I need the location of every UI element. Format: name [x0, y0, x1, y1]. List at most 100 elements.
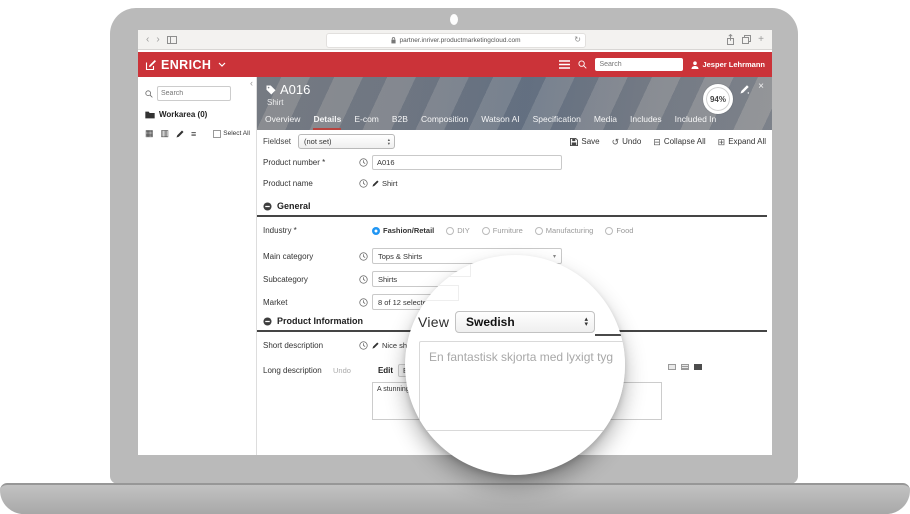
- browser-sidebar-icon[interactable]: [167, 36, 177, 44]
- field-label: Market: [263, 298, 359, 307]
- language-value: Swedish: [466, 315, 515, 329]
- collapse-all-button[interactable]: ⊟ Collapse All: [653, 137, 705, 146]
- tab-ecom[interactable]: E-com: [354, 114, 379, 130]
- radio-icon: [372, 227, 380, 235]
- collapse-section-icon: [263, 317, 272, 326]
- history-icon[interactable]: [359, 275, 372, 284]
- radio-furniture[interactable]: Furniture: [482, 226, 523, 235]
- entity-tabs: Overview Details E-com B2B Composition W…: [265, 114, 716, 130]
- tab-includes[interactable]: Includes: [630, 114, 662, 130]
- undo-button[interactable]: ↺ Undo: [612, 137, 642, 146]
- folder-icon: [145, 111, 155, 119]
- editor-mode-icon[interactable]: [681, 364, 689, 370]
- app-header: ENRICH Jesper Lehrmann: [138, 52, 772, 77]
- tab-included-in[interactable]: Included In: [675, 114, 717, 130]
- enrich-logo[interactable]: ENRICH: [145, 58, 226, 72]
- reload-icon[interactable]: ↻: [574, 35, 581, 44]
- brand-name: ENRICH: [161, 58, 211, 72]
- new-tab-icon[interactable]: +: [758, 35, 764, 45]
- product-name-row: Product name Shirt: [263, 179, 766, 188]
- tag-icon: [266, 85, 276, 95]
- field-label: Main category: [263, 252, 359, 261]
- user-menu[interactable]: Jesper Lehrmann: [691, 60, 765, 69]
- language-select[interactable]: Swedish ▴▾: [455, 311, 595, 333]
- history-icon[interactable]: [359, 298, 372, 307]
- banner-close-icon[interactable]: ×: [758, 81, 764, 92]
- list-view-icon[interactable]: ≡: [191, 129, 196, 139]
- tab-composition[interactable]: Composition: [421, 114, 468, 130]
- lock-icon: [391, 37, 396, 44]
- browser-forward-button[interactable]: ›: [156, 35, 159, 45]
- magnified-fragment: [405, 259, 471, 277]
- radio-icon: [446, 227, 454, 235]
- pencil-icon: [372, 342, 379, 349]
- radio-icon: [482, 227, 490, 235]
- tab-media[interactable]: Media: [594, 114, 617, 130]
- field-label: Long description: [263, 366, 325, 375]
- field-label: Product name: [263, 179, 359, 188]
- radio-manufacturing[interactable]: Manufacturing: [535, 226, 594, 235]
- product-number-row: Product number *: [263, 155, 766, 170]
- short-description-value[interactable]: Nice sh: [372, 341, 407, 350]
- radio-fashion-retail[interactable]: Fashion/Retail: [372, 226, 434, 235]
- section-general[interactable]: General: [257, 201, 767, 217]
- radio-icon: [535, 227, 543, 235]
- user-icon: [691, 61, 699, 69]
- tab-overview[interactable]: Overview: [265, 114, 300, 130]
- long-description-undo-link[interactable]: Undo: [333, 366, 351, 375]
- share-icon[interactable]: [726, 34, 735, 45]
- radio-diy[interactable]: DIY: [446, 226, 470, 235]
- url-text: partner.inriver.productmarketingcloud.co…: [399, 37, 520, 44]
- browser-toolbar: ‹ › partner.inriver.productmarketingclou…: [138, 30, 772, 50]
- fieldset-label: Fieldset: [263, 137, 291, 146]
- checkbox-icon: [213, 130, 221, 138]
- magnifier-circle: View Swedish ▴▾ En fantastisk skjorta me…: [405, 255, 625, 475]
- sidebar-collapse-icon[interactable]: ‹: [250, 78, 253, 88]
- pencil-square-icon: [145, 59, 157, 71]
- long-description-edit-tab[interactable]: Edit: [378, 366, 393, 375]
- save-button[interactable]: Save: [570, 137, 599, 146]
- sidebar-item-workarea[interactable]: Workarea (0): [145, 110, 250, 119]
- history-icon[interactable]: [359, 252, 372, 261]
- menu-icon[interactable]: [559, 60, 570, 69]
- tab-watson-ai[interactable]: Watson AI: [481, 114, 519, 130]
- history-icon[interactable]: [359, 341, 372, 350]
- radio-food[interactable]: Food: [605, 226, 633, 235]
- sidebar-search-icon: [145, 90, 153, 98]
- view-label: View: [418, 314, 449, 330]
- swedish-description-textarea[interactable]: En fantastisk skjorta med lyxigt tyg: [419, 341, 625, 431]
- magnified-section-divider: [595, 334, 625, 336]
- edit-icon[interactable]: [176, 130, 184, 138]
- editor-mode-icon-active[interactable]: [694, 364, 702, 370]
- expand-all-button[interactable]: ⊞ Expand All: [718, 137, 766, 146]
- field-label: Subcategory: [263, 275, 359, 284]
- search-icon[interactable]: [578, 60, 587, 69]
- select-all-label: Select All: [223, 130, 250, 137]
- select-all-checkbox[interactable]: Select All: [213, 130, 250, 138]
- history-icon[interactable]: [359, 158, 372, 167]
- banner-edit-icon[interactable]: [740, 85, 749, 94]
- history-icon[interactable]: [359, 179, 372, 188]
- tab-specification[interactable]: Specification: [533, 114, 581, 130]
- product-name-value[interactable]: Shirt: [372, 179, 397, 188]
- product-number-heading: A016: [266, 82, 310, 97]
- column-view-icon[interactable]: ▥: [161, 128, 170, 139]
- product-name-subheading: Shirt: [267, 98, 283, 107]
- tab-details[interactable]: Details: [313, 114, 341, 130]
- fieldset-select[interactable]: (not set) ▴▾: [298, 134, 395, 149]
- industry-radio-group: Fashion/Retail DIY Furniture Manufa: [372, 226, 633, 235]
- tabs-overview-icon[interactable]: [742, 35, 751, 44]
- address-bar[interactable]: partner.inriver.productmarketingcloud.co…: [326, 33, 586, 48]
- grid-view-icon[interactable]: ▦: [145, 128, 154, 139]
- editor-mode-icon[interactable]: [668, 364, 676, 370]
- browser-back-button[interactable]: ‹: [146, 35, 149, 45]
- editor-view-mode-icons: [668, 364, 702, 370]
- product-number-input[interactable]: [372, 155, 562, 170]
- stepper-icon: ▴▾: [584, 317, 588, 328]
- tab-b2b[interactable]: B2B: [392, 114, 408, 130]
- product-banner: A016 Shirt 94% × Overview Details E-com …: [257, 77, 772, 130]
- industry-row: Industry * Fashion/Retail DIY: [263, 226, 766, 235]
- global-search-input[interactable]: [595, 58, 683, 71]
- field-label: Industry *: [263, 226, 359, 235]
- sidebar-search-input[interactable]: [157, 86, 231, 101]
